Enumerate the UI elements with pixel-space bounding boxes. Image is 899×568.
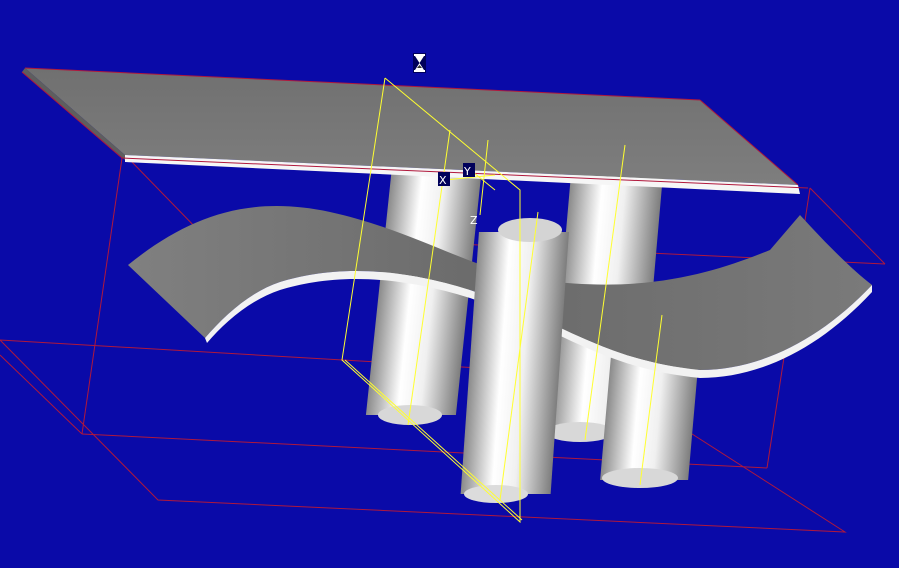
3d-viewport[interactable]: X Y Z (0, 0, 899, 564)
y-axis-label: Y (463, 165, 471, 178)
x-axis-label: X (439, 174, 447, 187)
hourglass-icon (413, 53, 426, 73)
z-axis-label: Z (470, 214, 478, 227)
scene[interactable]: X Y Z (0, 0, 899, 564)
